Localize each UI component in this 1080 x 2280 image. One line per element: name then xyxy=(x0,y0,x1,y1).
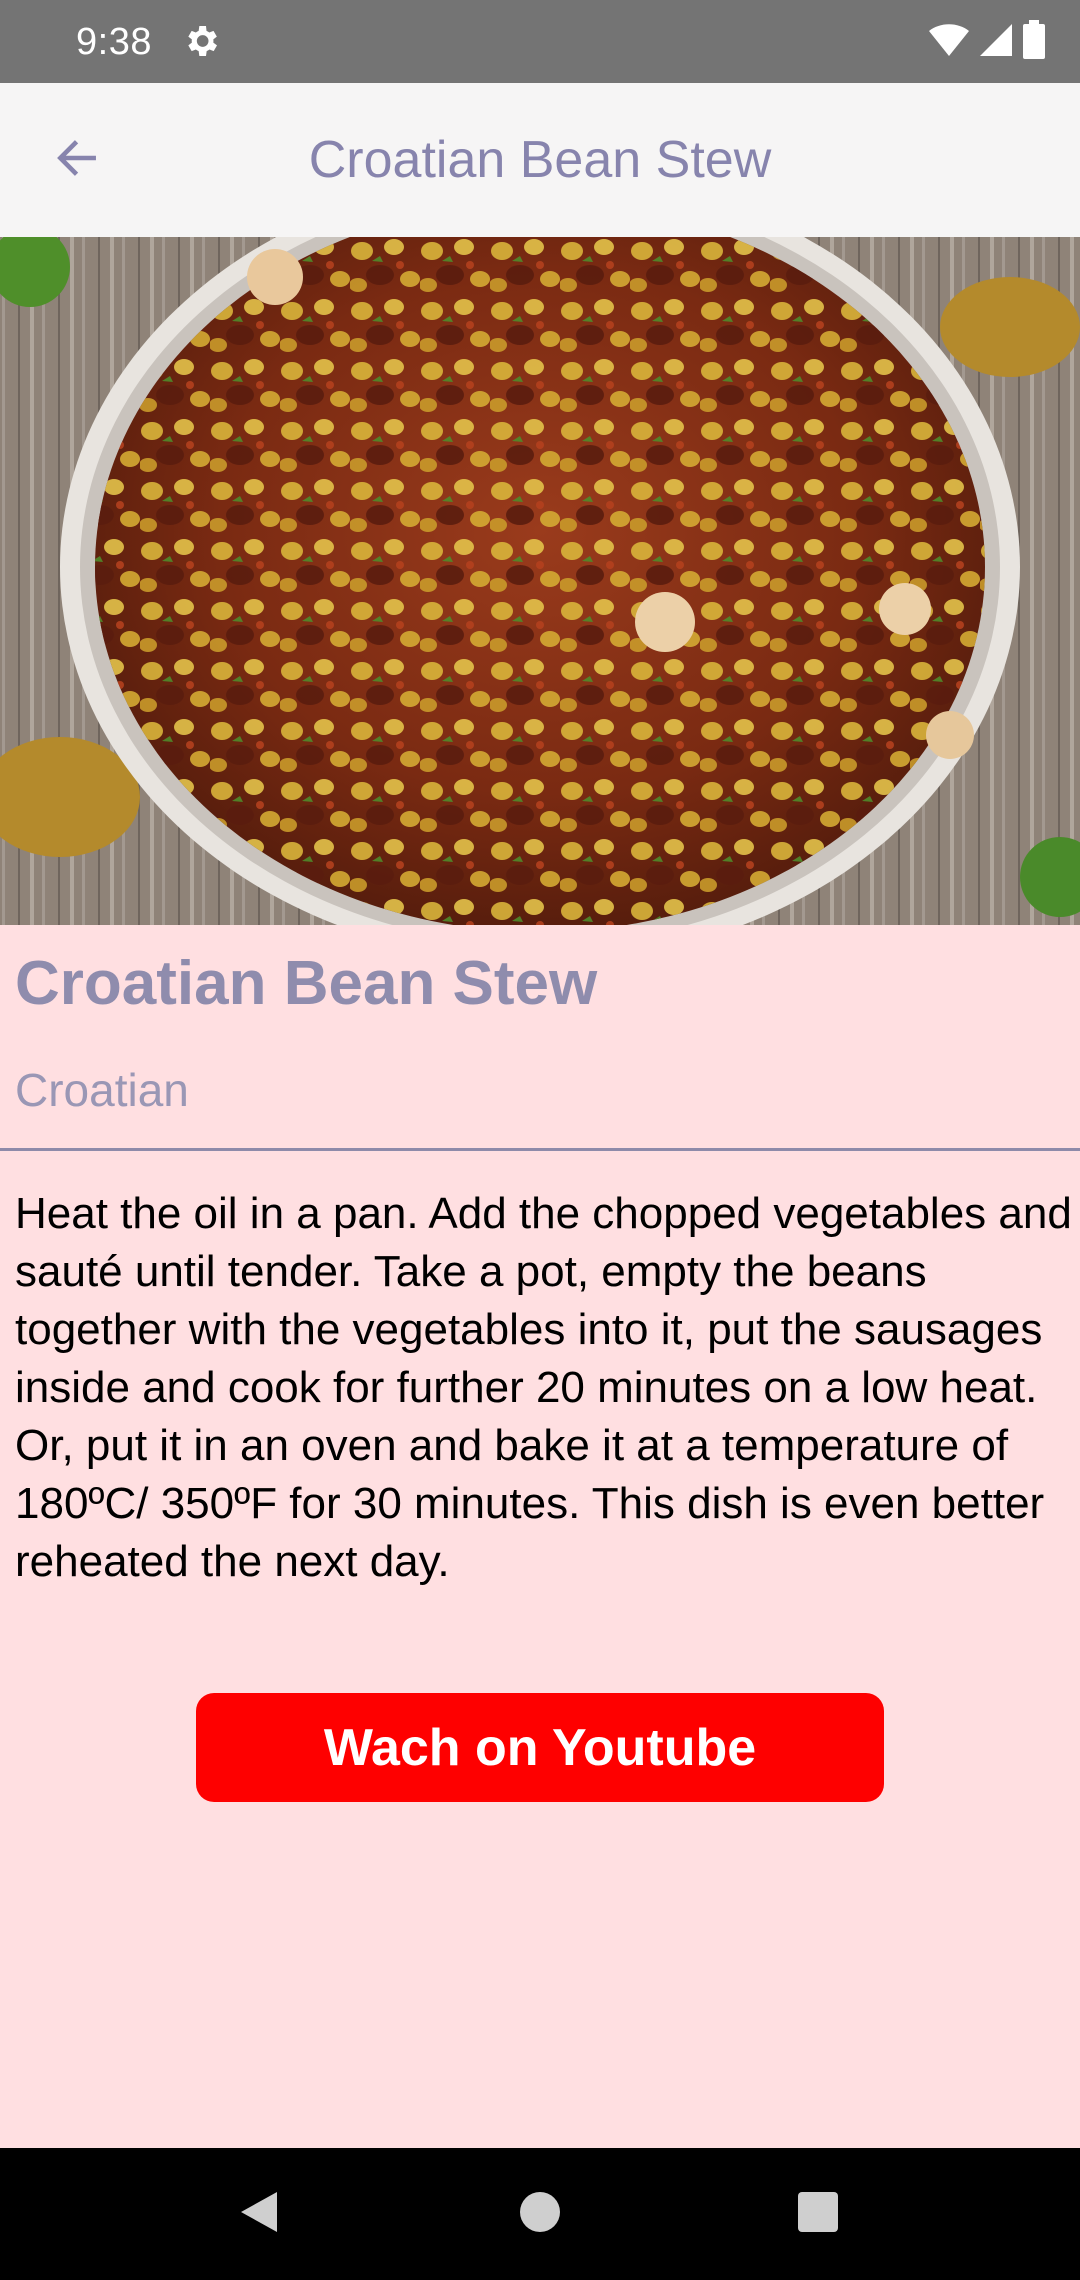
nav-recents-icon xyxy=(797,2191,839,2238)
recipe-title: Croatian Bean Stew xyxy=(15,949,598,1018)
arrow-left-icon xyxy=(52,133,102,188)
app-bar-title: Croatian Bean Stew xyxy=(308,131,772,189)
recipe-instructions: Heat the oil in a pan. Add the chopped v… xyxy=(15,1189,1072,1586)
divider xyxy=(0,1148,1080,1151)
nav-recents-button[interactable] xyxy=(788,2184,848,2244)
nav-home-button[interactable] xyxy=(510,2184,570,2244)
recipe-image xyxy=(0,237,1080,925)
watch-on-youtube-button[interactable]: Wach on Youtube xyxy=(196,1693,884,1802)
recipe-cuisine: Croatian xyxy=(15,1064,189,1116)
back-button[interactable] xyxy=(40,123,114,197)
wifi-icon xyxy=(928,22,970,63)
status-icons xyxy=(928,19,1046,65)
battery-icon xyxy=(1022,19,1046,65)
system-nav-bar xyxy=(0,2148,1080,2280)
status-time: 9:38 xyxy=(76,21,152,63)
signal-icon xyxy=(978,22,1014,63)
gear-icon xyxy=(181,21,221,61)
status-bar: 9:38 xyxy=(0,0,1080,83)
app-bar: Croatian Bean Stew xyxy=(0,83,1080,237)
nav-home-icon xyxy=(518,2190,562,2239)
nav-back-icon xyxy=(237,2188,281,2241)
nav-back-button[interactable] xyxy=(229,2184,289,2244)
